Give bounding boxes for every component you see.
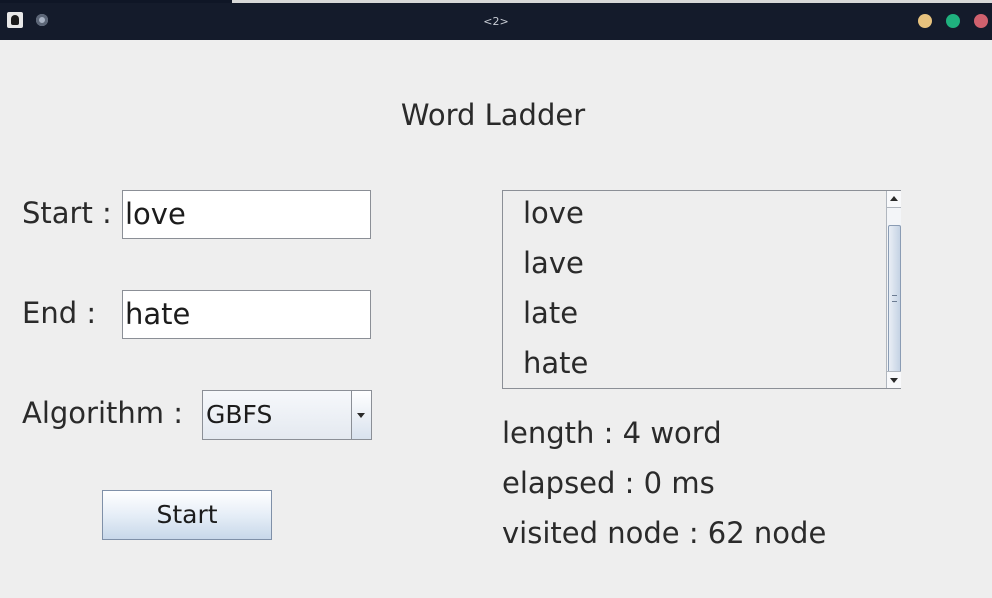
start-label: Start : <box>22 196 112 230</box>
minimize-button[interactable] <box>918 14 932 28</box>
app-icon <box>7 12 23 28</box>
list-item[interactable]: hate <box>523 346 588 380</box>
title-bar: <2> <box>0 3 992 40</box>
elapsed-stat: elapsed : 0 ms <box>502 466 715 500</box>
length-stat: length : 4 word <box>502 416 722 450</box>
start-word-input[interactable]: love <box>122 190 371 239</box>
list-item[interactable]: late <box>523 296 578 330</box>
algorithm-select[interactable]: GBFS <box>202 390 372 440</box>
close-button[interactable] <box>974 14 988 28</box>
scroll-down-icon[interactable] <box>887 371 901 388</box>
scrollbar-thumb[interactable] <box>888 225 901 373</box>
list-item[interactable]: love <box>523 196 584 230</box>
maximize-button[interactable] <box>946 14 960 28</box>
vertical-scrollbar[interactable] <box>886 191 901 388</box>
list-item[interactable]: lave <box>523 246 584 280</box>
chevron-down-icon[interactable] <box>351 391 371 439</box>
algorithm-selected-value: GBFS <box>206 400 273 429</box>
end-label: End : <box>22 296 97 330</box>
start-button[interactable]: Start <box>102 490 272 540</box>
algorithm-label: Algorithm : <box>22 396 184 430</box>
window-menu-icon[interactable] <box>36 14 48 26</box>
window-title: <2> <box>483 15 509 28</box>
scroll-up-icon[interactable] <box>887 191 901 208</box>
page-title: Word Ladder <box>400 98 586 132</box>
ladder-path-list[interactable]: love lave late hate <box>502 190 901 389</box>
visited-stat: visited node : 62 node <box>502 516 827 550</box>
end-word-input[interactable]: hate <box>122 290 371 339</box>
